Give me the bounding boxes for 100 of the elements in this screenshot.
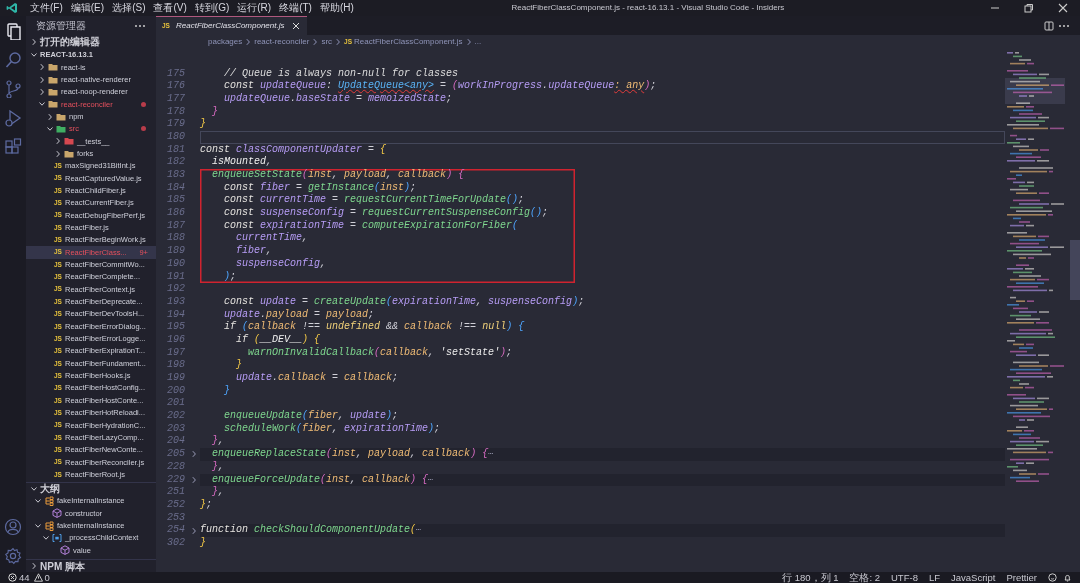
line-number: 253 [166, 511, 185, 525]
code-line: isMounted, [211, 156, 274, 169]
error-count[interactable]: 44 [19, 572, 30, 583]
more-icon[interactable] [134, 22, 146, 29]
chevron-down-icon[interactable] [34, 496, 42, 505]
fold-chevron-icon[interactable] [190, 526, 198, 535]
breadcrumb-item[interactable]: ReactFiberClassComponent.js [354, 35, 463, 48]
cube-icon [52, 508, 62, 519]
modified-dot [141, 126, 146, 132]
code-line: warnOnInvalidCallback(callback, 'setState'); [247, 346, 514, 360]
code-line: } [200, 536, 207, 550]
menu-item[interactable]: 选择(S) [108, 1, 150, 15]
chevron-down-icon[interactable] [30, 50, 38, 59]
code-line: } [200, 118, 207, 131]
settings-icon[interactable] [4, 546, 22, 565]
chevron-down-icon[interactable] [30, 484, 38, 493]
close-icon[interactable] [1056, 2, 1070, 14]
scrollbar-thumb[interactable] [1070, 240, 1080, 300]
menu-item[interactable]: 文件(F) [26, 1, 67, 15]
status-item[interactable]: LF [928, 572, 940, 583]
code-line: const expirationTime = computeExpirationForFiber( [223, 219, 520, 232]
code-line: }, [211, 486, 226, 499]
code-line: fiber, [235, 245, 274, 258]
line-number: 191 [166, 270, 185, 284]
section-header[interactable]: 大纲 [26, 481, 156, 495]
account-icon[interactable] [4, 517, 22, 536]
code-line: }, [211, 460, 226, 474]
line-number: 205 [166, 448, 185, 461]
files-icon[interactable] [4, 21, 22, 40]
code-line: ); [223, 270, 238, 284]
line-number: 197 [166, 346, 185, 360]
status-item[interactable]: 空格: 2 [849, 572, 880, 583]
fold-chevron-icon[interactable] [190, 450, 198, 459]
line-number: 187 [166, 219, 185, 233]
more-icon[interactable] [1058, 22, 1070, 29]
warning-count[interactable]: 0 [44, 572, 50, 583]
line-number: 252 [166, 498, 185, 512]
chevron-right-icon[interactable] [38, 87, 46, 96]
line-number: 186 [166, 207, 185, 220]
chevron-right-icon[interactable] [244, 37, 253, 46]
chevron-down-icon[interactable] [42, 533, 50, 542]
branch-icon[interactable] [4, 79, 22, 98]
section-header[interactable]: 打开的编辑器 [26, 35, 156, 48]
bell-icon[interactable] [1063, 573, 1072, 582]
line-number: 202 [166, 410, 185, 423]
line-number: 184 [166, 181, 185, 195]
error-icon[interactable] [8, 573, 17, 582]
warning-icon[interactable] [33, 573, 43, 582]
chevron-right-icon[interactable] [464, 37, 473, 46]
chevron-right-icon[interactable] [334, 37, 343, 46]
code-line: updateQueue.baseState = memoizedState; [223, 92, 454, 106]
feedback-icon[interactable] [1048, 573, 1057, 582]
chevron-right-icon[interactable] [54, 149, 62, 158]
close-icon[interactable] [290, 21, 301, 31]
chevron-right-icon[interactable] [46, 112, 54, 121]
run-icon[interactable] [4, 108, 22, 127]
chevron-right-icon[interactable] [30, 562, 38, 570]
code-line: enqueueUpdate(fiber, update); [223, 410, 400, 423]
code-line: } [235, 359, 243, 372]
restore-icon[interactable] [1022, 2, 1036, 14]
menu-item[interactable]: 帮助(H) [315, 1, 358, 15]
menu-item[interactable]: 编辑(E) [66, 1, 109, 15]
search-icon[interactable] [4, 50, 22, 69]
line-number: 175 [166, 67, 185, 81]
sidebar-title: 资源管理器 [36, 19, 86, 33]
code-line: const updateQueue: UpdateQueue<any> = (workInProgress.updateQueue: any); [223, 80, 658, 93]
status-item[interactable]: Prettier [1006, 572, 1037, 583]
fold-chevron-icon[interactable] [190, 475, 198, 484]
status-item[interactable]: JavaScript [951, 572, 996, 583]
split-editor-icon[interactable] [1044, 20, 1054, 31]
chevron-right-icon[interactable] [311, 37, 320, 46]
chevron-down-icon[interactable] [38, 100, 46, 109]
chevron-right-icon[interactable] [54, 137, 62, 146]
chevron-right-icon[interactable] [30, 37, 38, 46]
line-number: 188 [166, 232, 185, 246]
menu-item[interactable]: 终端(T) [275, 1, 316, 15]
code-line: currentTime, [235, 232, 310, 245]
breadcrumb-item[interactable]: packages [208, 35, 243, 48]
status-item[interactable]: UTF-8 [891, 572, 918, 583]
menu-item[interactable]: 转到(G) [190, 1, 234, 15]
line-number: 198 [166, 359, 185, 372]
line-number: 181 [166, 143, 185, 157]
chevron-right-icon[interactable] [38, 63, 46, 72]
line-number: 176 [166, 80, 185, 93]
breadcrumb-item[interactable]: src [321, 35, 333, 48]
code-line: if (__DEV__) { [235, 333, 322, 347]
menu-item[interactable]: 查看(V) [149, 1, 191, 15]
code-line: if (callback !== undefined && callback !== null) { [223, 321, 526, 334]
code-line: // Queue is always non-null for classes [223, 67, 460, 80]
menu-item[interactable]: 运行(R) [233, 1, 276, 15]
status-item[interactable]: 行 180，列 1 [782, 572, 839, 583]
line-number: 204 [166, 435, 185, 449]
line-number: 183 [166, 169, 185, 182]
chevron-down-icon[interactable] [46, 124, 54, 133]
chevron-down-icon[interactable] [34, 521, 42, 530]
breadcrumb-item[interactable]: react-reconciler [254, 35, 310, 48]
extensions-icon[interactable] [4, 137, 22, 156]
breadcrumb-item[interactable]: ... [474, 35, 482, 48]
chevron-right-icon[interactable] [38, 75, 46, 84]
code-line: enqueueSetState(inst, payload, callback) { [211, 169, 466, 182]
